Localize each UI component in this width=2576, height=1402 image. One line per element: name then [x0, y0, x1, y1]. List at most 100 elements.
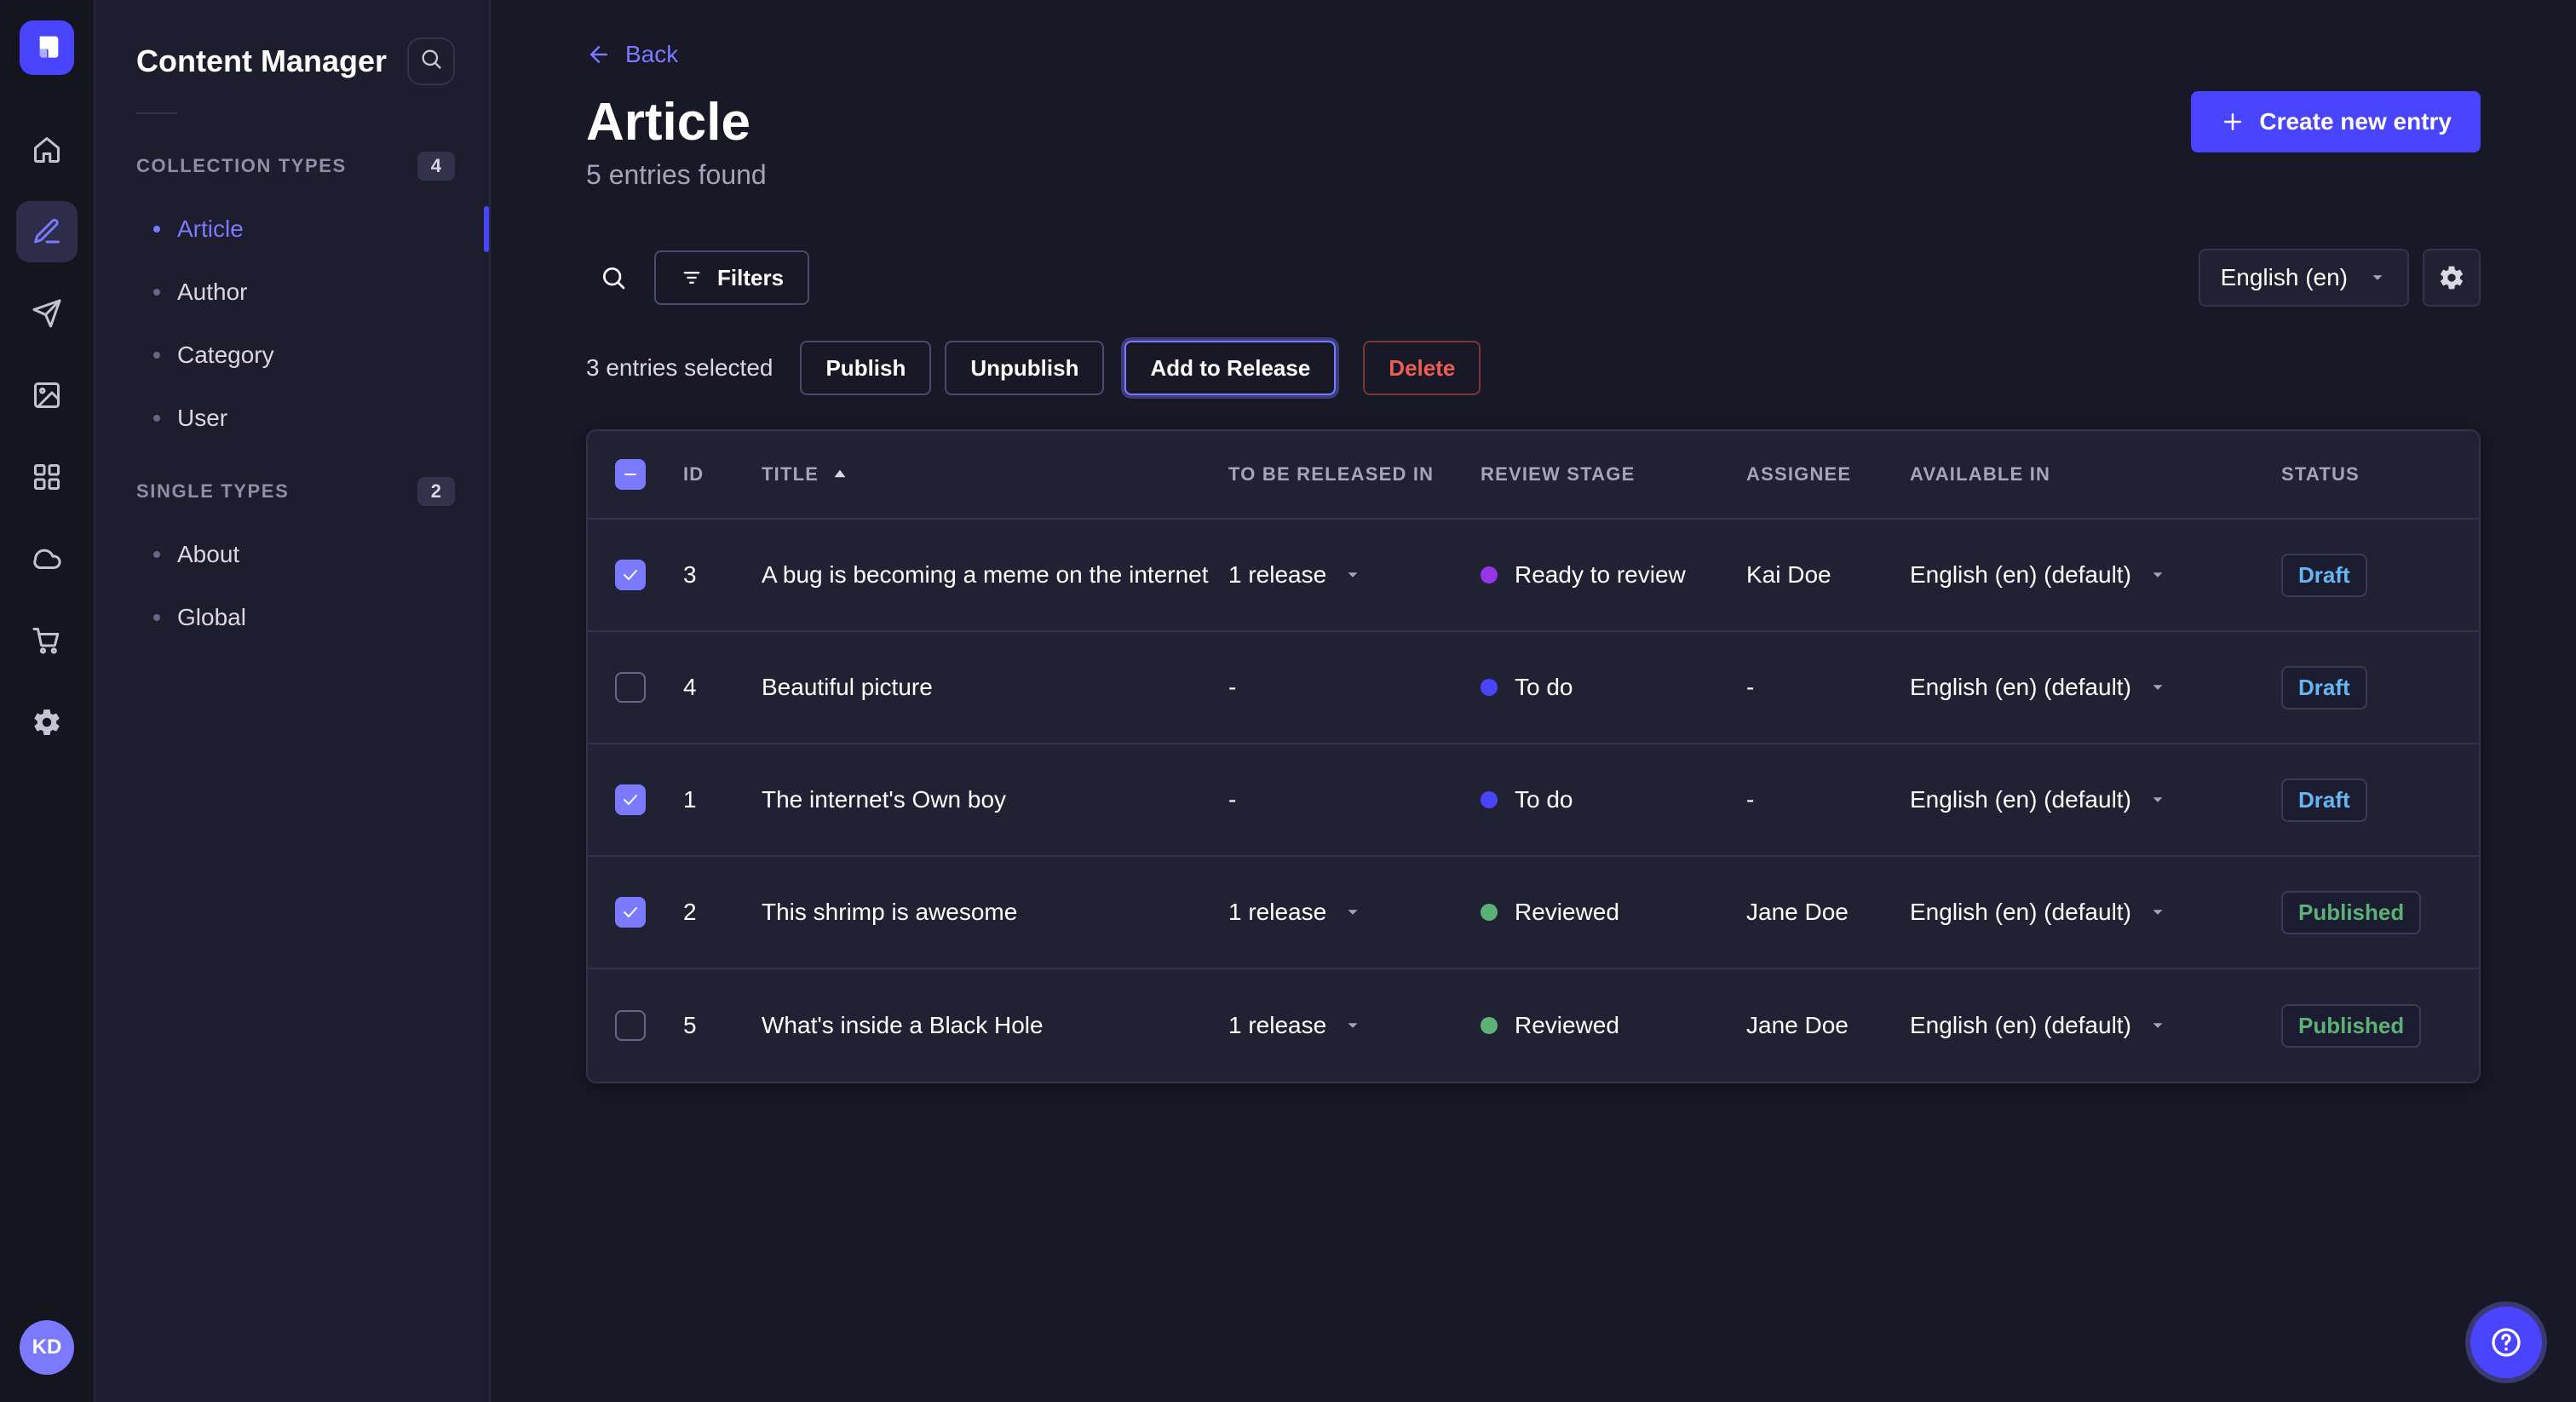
cell-assignee: Kai Doe [1746, 561, 1910, 589]
stage-label: To do [1515, 674, 1573, 701]
header-review-stage: REVIEW STAGE [1481, 463, 1746, 486]
help-button[interactable] [2470, 1307, 2542, 1378]
chevron-down-icon[interactable] [2148, 903, 2167, 922]
page-title: Article [586, 92, 750, 152]
chevron-down-icon[interactable] [2148, 1016, 2167, 1035]
select-all-checkbox[interactable] [615, 459, 646, 490]
sidebar-item-user[interactable]: User [95, 387, 489, 450]
stage-dot-icon [1481, 791, 1498, 808]
sidebar-item-article[interactable]: Article [95, 198, 489, 261]
main-nav: KD [0, 0, 95, 1402]
status-badge: Published [2281, 1004, 2421, 1048]
locale-label: English (en) (default) [1910, 1012, 2131, 1039]
main-nav-items [16, 119, 78, 753]
marketplace-icon[interactable] [16, 610, 78, 671]
header-title[interactable]: TITLE [762, 463, 1228, 486]
sidebar-item-global[interactable]: Global [95, 586, 489, 649]
avatar[interactable]: KD [20, 1320, 74, 1375]
home-icon[interactable] [16, 119, 78, 181]
sidebar-header: Content Manager [95, 0, 489, 112]
sidebar-item-label: User [177, 405, 227, 432]
row-checkbox[interactable] [615, 1010, 646, 1041]
back-link[interactable]: Back [586, 41, 678, 68]
sidebar-search-button[interactable] [407, 37, 455, 85]
indeterminate-icon [620, 464, 641, 485]
cell-id: 4 [683, 674, 762, 701]
chevron-down-icon[interactable] [1343, 566, 1362, 584]
deploy-icon[interactable] [16, 528, 78, 589]
cell-status: Draft [2281, 779, 2452, 822]
stage-dot-icon [1481, 1017, 1498, 1034]
locale-label: English (en) (default) [1910, 786, 2131, 813]
status-badge: Draft [2281, 554, 2367, 597]
settings-button[interactable] [2423, 249, 2481, 307]
sidebar-item-about[interactable]: About [95, 523, 489, 586]
cell-available-in: English (en) (default) [1910, 674, 2281, 701]
release-value: 1 release [1228, 561, 1326, 589]
header-id: ID [683, 463, 762, 486]
media-library-icon[interactable] [16, 365, 78, 426]
create-entry-label: Create new entry [2259, 108, 2452, 135]
chevron-down-icon[interactable] [2148, 678, 2167, 697]
row-checkbox[interactable] [615, 784, 646, 815]
section-count-badge: 4 [417, 152, 455, 181]
cell-status: Draft [2281, 554, 2452, 597]
sidebar-item-category[interactable]: Category [95, 324, 489, 387]
table-row[interactable]: 3 A bug is becoming a meme on the intern… [588, 520, 2479, 632]
publish-button[interactable]: Publish [800, 341, 931, 395]
stage-dot-icon [1481, 679, 1498, 696]
unpublish-button[interactable]: Unpublish [945, 341, 1104, 395]
chevron-down-icon [2368, 268, 2387, 287]
chevron-down-icon[interactable] [2148, 790, 2167, 809]
create-entry-button[interactable]: Create new entry [2191, 91, 2481, 152]
logo-glyph [30, 31, 64, 65]
filter-icon [680, 266, 704, 290]
filters-button[interactable]: Filters [654, 250, 809, 305]
content-type-builder-icon[interactable] [16, 446, 78, 508]
table-row[interactable]: 4 Beautiful picture - To do - English (e… [588, 632, 2479, 744]
arrow-left-icon [586, 42, 612, 67]
cell-id: 5 [683, 1012, 762, 1039]
header-title-label: TITLE [762, 463, 819, 486]
row-checkbox[interactable] [615, 560, 646, 590]
content-manager-icon[interactable] [16, 201, 78, 262]
locale-select[interactable]: English (en) [2199, 249, 2409, 307]
table-row[interactable]: 2 This shrimp is awesome 1 release Revie… [588, 857, 2479, 969]
divider [136, 112, 177, 114]
sidebar-item-label: Category [177, 342, 274, 369]
table-row[interactable]: 1 The internet's Own boy - To do - Engli… [588, 744, 2479, 857]
cell-release: 1 release [1228, 561, 1481, 589]
strapi-logo-icon[interactable] [20, 20, 74, 75]
delete-button[interactable]: Delete [1363, 341, 1481, 395]
stage-label: Reviewed [1515, 1012, 1619, 1039]
section-label: COLLECTION TYPES [136, 155, 347, 177]
sort-asc-icon[interactable] [829, 463, 851, 486]
chevron-down-icon[interactable] [1343, 903, 1362, 922]
sidebar-item-author[interactable]: Author [95, 261, 489, 324]
locale-label: English (en) (default) [1910, 899, 2131, 926]
settings-icon[interactable] [16, 692, 78, 753]
page-header: Article Create new entry [586, 91, 2481, 152]
bullet-icon [153, 352, 160, 359]
row-checkbox[interactable] [615, 672, 646, 703]
stage-dot-icon [1481, 566, 1498, 583]
chevron-down-icon[interactable] [1343, 1016, 1362, 1035]
chevron-down-icon[interactable] [2148, 566, 2167, 584]
cell-review-stage: To do [1481, 674, 1746, 701]
sidebar-item-label: Article [177, 215, 244, 243]
search-button[interactable] [586, 250, 641, 305]
cell-id: 3 [683, 561, 762, 589]
cell-assignee: Jane Doe [1746, 899, 1910, 926]
row-checkbox[interactable] [615, 897, 646, 928]
search-icon [419, 47, 443, 77]
status-badge: Published [2281, 891, 2421, 934]
sidebar-item-label: Author [177, 279, 248, 306]
add-to-release-button[interactable]: Add to Release [1124, 341, 1336, 395]
releases-icon[interactable] [16, 283, 78, 344]
cell-assignee: Jane Doe [1746, 1012, 1910, 1039]
sidebar-title: Content Manager [136, 43, 387, 79]
stage-label: Ready to review [1515, 561, 1686, 589]
table-row[interactable]: 5 What's inside a Black Hole 1 release R… [588, 969, 2479, 1082]
cell-review-stage: Reviewed [1481, 1012, 1746, 1039]
release-value: - [1228, 786, 1236, 813]
